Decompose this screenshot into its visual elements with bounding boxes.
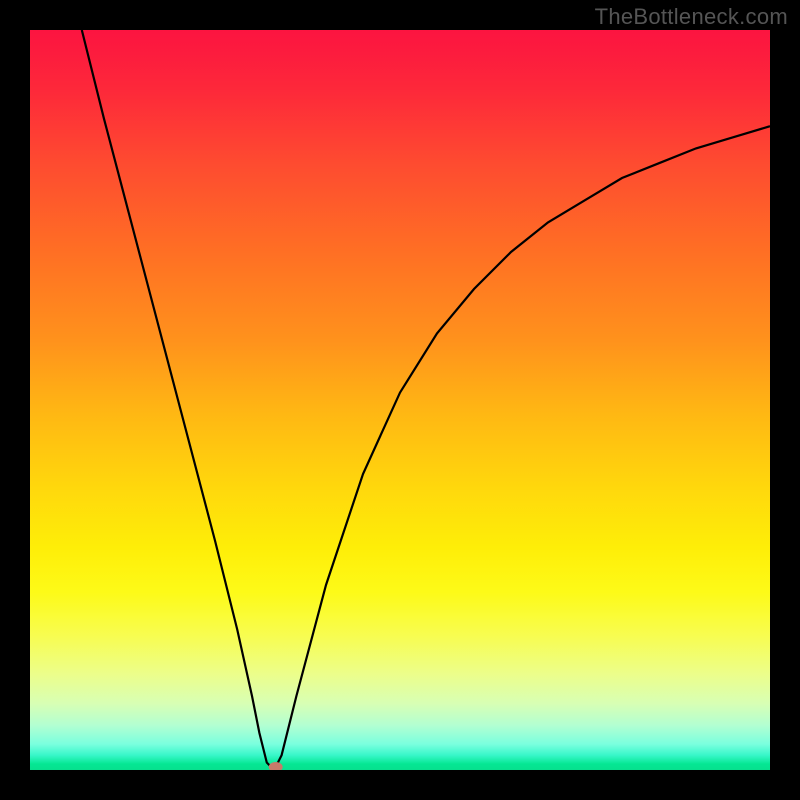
curve-svg bbox=[30, 30, 770, 770]
watermark-text: TheBottleneck.com bbox=[595, 4, 788, 30]
plot-area bbox=[30, 30, 770, 770]
chart-container: TheBottleneck.com bbox=[0, 0, 800, 800]
bottleneck-curve bbox=[82, 30, 770, 770]
optimum-marker bbox=[269, 762, 283, 770]
